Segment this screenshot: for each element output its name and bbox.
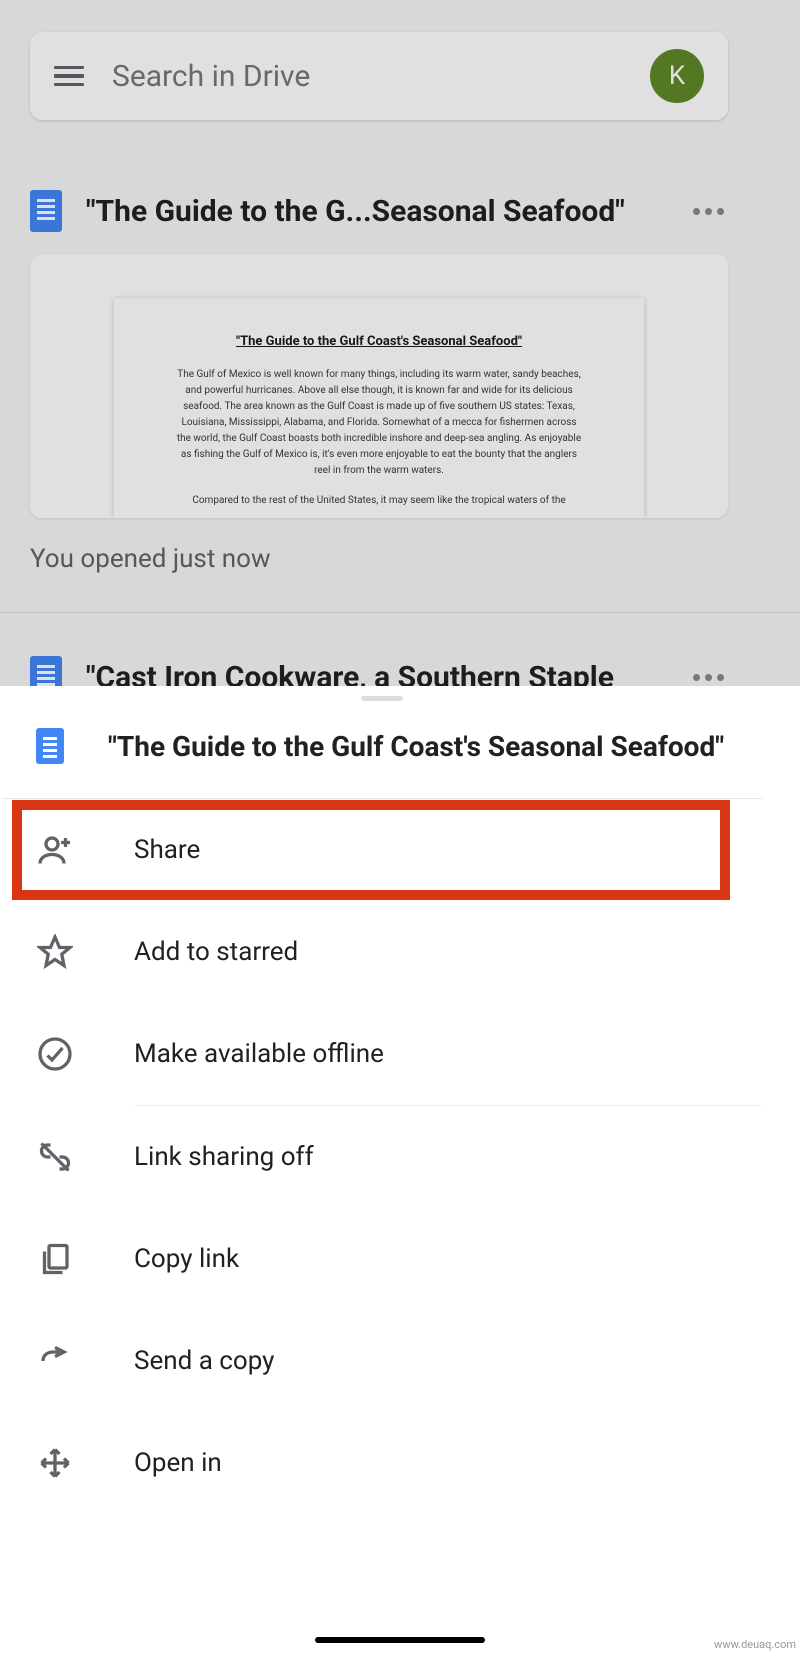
open-in-arrows-icon: [36, 1445, 74, 1481]
document-title: "The Guide to the Gulf Coast's Seasonal …: [174, 334, 584, 349]
google-docs-icon: [36, 728, 64, 764]
opened-timestamp: You opened just now: [30, 544, 271, 574]
account-avatar[interactable]: K: [650, 49, 704, 103]
watermark-text: www.deuaq.com: [714, 1638, 796, 1651]
open-in-menu-item[interactable]: Open in: [2, 1412, 762, 1514]
make-available-offline-menu-item[interactable]: Make available offline: [2, 1003, 762, 1105]
share-menu-item[interactable]: Share: [2, 799, 762, 901]
google-docs-icon: [30, 190, 62, 232]
link-sharing-menu-item[interactable]: Link sharing off: [2, 1106, 762, 1208]
document-page: "The Guide to the Gulf Coast's Seasonal …: [114, 298, 644, 518]
document-paragraph: Compared to the rest of the United State…: [174, 493, 584, 509]
sheet-drag-handle[interactable]: [361, 696, 403, 701]
person-add-icon: [36, 832, 74, 868]
section-divider: [0, 612, 800, 613]
more-options-icon[interactable]: [688, 208, 728, 215]
file-title: "The Guide to the G...Seasonal Seafood": [86, 194, 688, 229]
menu-item-label: Link sharing off: [134, 1142, 314, 1172]
sheet-file-title: "The Guide to the Gulf Coast's Seasonal …: [108, 730, 724, 763]
home-indicator[interactable]: [315, 1637, 485, 1643]
menu-item-label: Send a copy: [134, 1346, 275, 1376]
action-bottom-sheet: "The Guide to the Gulf Coast's Seasonal …: [2, 686, 762, 1657]
hamburger-menu-icon[interactable]: [54, 61, 84, 91]
copy-icon: [36, 1241, 74, 1277]
menu-item-label: Open in: [134, 1448, 222, 1478]
more-options-icon[interactable]: [688, 674, 728, 681]
link-off-icon: [36, 1139, 74, 1175]
add-to-starred-menu-item[interactable]: Add to starred: [2, 901, 762, 1003]
menu-item-label: Share: [134, 835, 200, 865]
file-title: "Cast Iron Cookware, a Southern Staple: [86, 660, 688, 687]
file-item[interactable]: "Cast Iron Cookware, a Southern Staple: [30, 656, 728, 686]
menu-item-label: Make available offline: [134, 1039, 384, 1069]
menu-item-label: Add to starred: [134, 937, 298, 967]
background-content: Search in Drive K "The Guide to the G...…: [0, 0, 800, 686]
send-a-copy-menu-item[interactable]: Send a copy: [2, 1310, 762, 1412]
file-preview[interactable]: "The Guide to the Gulf Coast's Seasonal …: [30, 254, 728, 518]
document-paragraph: The Gulf of Mexico is well known for man…: [174, 367, 584, 479]
search-placeholder: Search in Drive: [112, 59, 650, 94]
sheet-header: "The Guide to the Gulf Coast's Seasonal …: [2, 686, 762, 798]
star-icon: [36, 934, 74, 970]
offline-check-icon: [36, 1036, 74, 1072]
file-item[interactable]: "The Guide to the G...Seasonal Seafood": [30, 190, 728, 232]
search-bar[interactable]: Search in Drive K: [30, 32, 728, 120]
menu-item-label: Copy link: [134, 1244, 239, 1274]
send-arrow-icon: [36, 1343, 74, 1379]
google-docs-icon: [30, 656, 62, 686]
copy-link-menu-item[interactable]: Copy link: [2, 1208, 762, 1310]
